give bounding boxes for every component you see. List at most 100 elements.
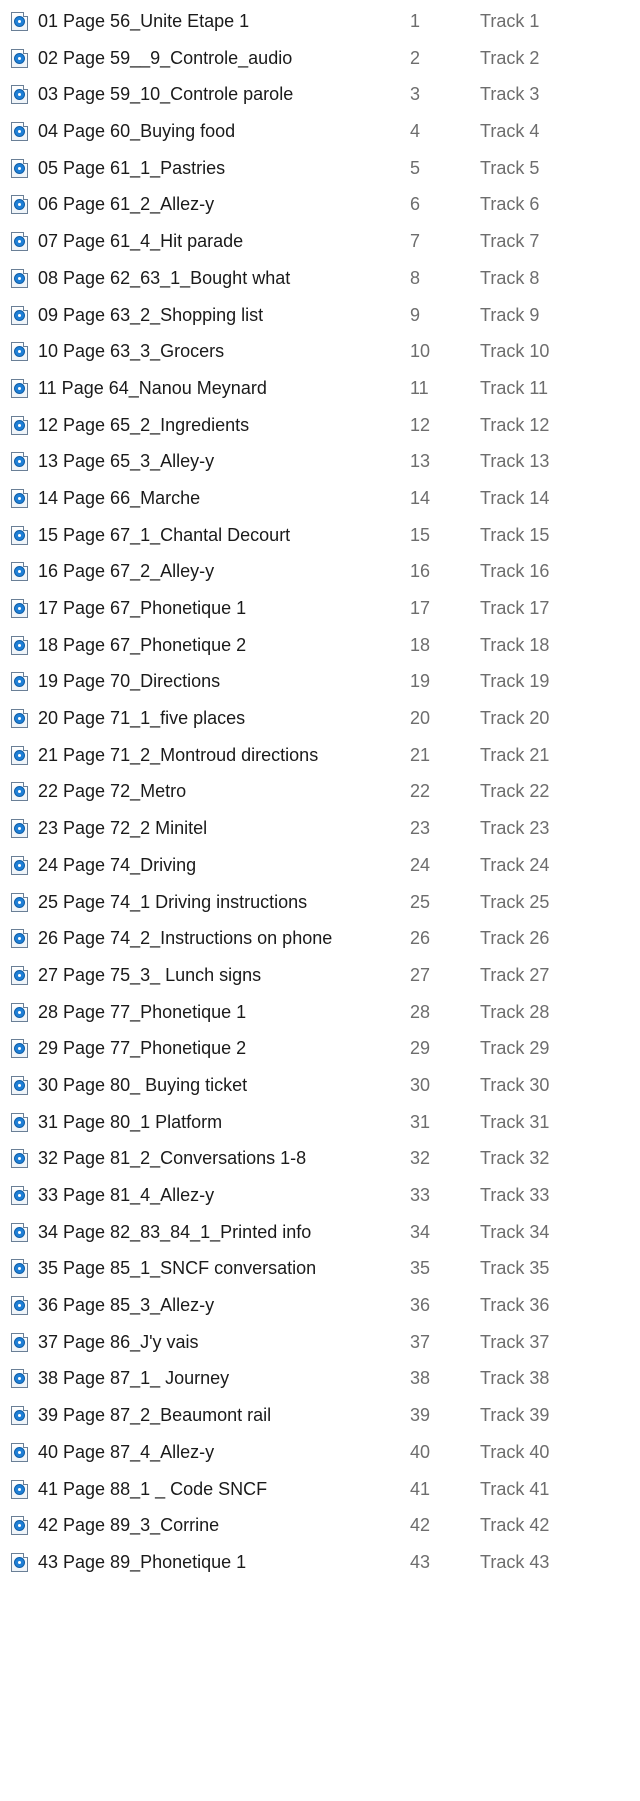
track-number: 21	[410, 744, 431, 765]
file-row[interactable]: 29 Page 77_Phonetique 2 29 Track 29	[0, 1030, 640, 1067]
track-title: Track 36	[480, 1295, 550, 1316]
file-row[interactable]: 14 Page 66_Marche 14 Track 14	[0, 480, 640, 517]
track-title: Track 41	[480, 1478, 550, 1499]
file-row[interactable]: 34 Page 82_83_84_1_Printed info 34 Track…	[0, 1214, 640, 1251]
file-row[interactable]: 03 Page 59_10_Controle parole 3 Track 3	[0, 76, 640, 113]
track-title: Track 17	[480, 598, 550, 618]
file-name: 05 Page 61_1_Pastries	[38, 157, 226, 178]
file-row[interactable]: 05 Page 61_1_Pastries 5 Track 5	[0, 150, 640, 187]
track-title: Track 12	[480, 414, 550, 435]
track-title: Track 16	[480, 561, 550, 582]
file-row[interactable]: 08 Page 62_63_1_Bought what 8 Track 8	[0, 260, 640, 297]
file-row[interactable]: 35 Page 85_1_SNCF conversation 35 Track …	[0, 1250, 640, 1287]
track-title: Track 4	[480, 121, 540, 142]
file-row[interactable]: 12 Page 65_2_Ingredients 12 Track 12	[0, 407, 640, 444]
track-number: 18	[410, 634, 431, 655]
audio-file-icon	[11, 12, 28, 31]
file-row[interactable]: 20 Page 71_1_five places 20 Track 20	[0, 700, 640, 737]
file-row[interactable]: 36 Page 85_3_Allez-y 36 Track 36	[0, 1287, 640, 1324]
file-row[interactable]: 21 Page 71_2_Montroud directions 21 Trac…	[0, 737, 640, 774]
file-row[interactable]: 27 Page 75_3_ Lunch signs 27 Track 27	[0, 957, 640, 994]
file-row[interactable]: 30 Page 80_ Buying ticket 30 Track 30	[0, 1067, 640, 1104]
file-row[interactable]: 31 Page 80_1 Platform 31 Track 31	[0, 1104, 640, 1141]
track-number: 27	[410, 964, 431, 985]
file-row[interactable]: 32 Page 81_2_Conversations 1-8 32 Track …	[0, 1140, 640, 1177]
file-name: 03 Page 59_10_Controle parole	[38, 84, 294, 105]
file-row[interactable]: 28 Page 77_Phonetique 1 28 Track 28	[0, 994, 640, 1031]
file-name: 11 Page 64_Nanou Meynard	[38, 377, 267, 398]
file-row[interactable]: 40 Page 87_4_Allez-y 40 Track 40	[0, 1434, 640, 1471]
audio-file-icon	[11, 1332, 28, 1352]
file-name: 33 Page 81_4_Allez-y	[38, 1185, 215, 1205]
track-number: 26	[410, 928, 431, 949]
file-name: 10 Page 63_3_Grocers	[38, 341, 225, 362]
track-title: Track 11	[480, 377, 549, 398]
file-name: 27 Page 75_3_ Lunch signs	[38, 964, 262, 985]
audio-file-icon	[11, 635, 28, 655]
file-row[interactable]: 10 Page 63_3_Grocers 10 Track 10	[0, 333, 640, 370]
file-row[interactable]: 42 Page 89_3_Corrine 42 Track 42	[0, 1507, 640, 1544]
file-name: 34 Page 82_83_84_1_Printed info	[38, 1221, 312, 1242]
file-name: 40 Page 87_4_Allez-y	[38, 1441, 215, 1462]
audio-file-icon	[11, 709, 28, 729]
audio-file-icon	[11, 268, 28, 288]
file-row[interactable]: 41 Page 88_1 _ Code SNCF 41 Track 41	[0, 1471, 640, 1508]
file-row[interactable]: 26 Page 74_2_Instructions on phone 26 Tr…	[0, 920, 640, 957]
file-name: 29 Page 77_Phonetique 2	[38, 1038, 247, 1059]
file-row[interactable]: 23 Page 72_2 Minitel 23 Track 23	[0, 810, 640, 847]
audio-file-icon	[11, 342, 28, 362]
track-title: Track 26	[480, 928, 550, 949]
file-row[interactable]: 43 Page 89_Phonetique 1 43 Track 43	[0, 1544, 640, 1581]
file-row[interactable]: 24 Page 74_Driving 24 Track 24	[0, 847, 640, 884]
file-name: 04 Page 60_Buying food	[38, 121, 236, 142]
audio-file-icon	[11, 965, 28, 985]
track-number: 17	[410, 598, 431, 618]
file-name: 22 Page 72_Metro	[38, 781, 187, 802]
file-name: 20 Page 71_1_five places	[38, 708, 246, 729]
track-number: 12	[410, 414, 431, 435]
file-name: 15 Page 67_1_Chantal Decourt	[38, 524, 291, 545]
track-title: Track 15	[480, 524, 550, 545]
track-number: 25	[410, 891, 431, 912]
file-row[interactable]: 01 Page 56_Unite Etape 1 1 Track 1	[0, 3, 640, 40]
track-title: Track 30	[480, 1074, 550, 1095]
file-row[interactable]: 37 Page 86_J'y vais 37 Track 37	[0, 1324, 640, 1361]
file-row[interactable]: 25 Page 74_1 Driving instructions 25 Tra…	[0, 884, 640, 921]
file-name: 43 Page 89_Phonetique 1	[38, 1551, 247, 1572]
track-number: 19	[410, 671, 431, 692]
file-row[interactable]: 33 Page 81_4_Allez-y 33 Track 33	[0, 1177, 640, 1214]
track-title: Track 20	[480, 708, 550, 729]
file-row[interactable]: 22 Page 72_Metro 22 Track 22	[0, 773, 640, 810]
file-row[interactable]: 39 Page 87_2_Beaumont rail 39 Track 39	[0, 1397, 640, 1434]
audio-file-icon	[11, 745, 28, 765]
file-row[interactable]: 13 Page 65_3_Alley-y 13 Track 13	[0, 443, 640, 480]
track-number: 28	[410, 1001, 431, 1022]
file-row[interactable]: 07 Page 61_4_Hit parade 7 Track 7	[0, 223, 640, 260]
track-number: 40	[410, 1441, 431, 1462]
track-number: 8	[410, 267, 421, 288]
track-title: Track 29	[480, 1038, 550, 1059]
track-title: Track 8	[480, 267, 540, 288]
file-row[interactable]: 04 Page 60_Buying food 4 Track 4	[0, 113, 640, 150]
file-row[interactable]: 17 Page 67_Phonetique 1 17 Track 17	[0, 590, 640, 627]
audio-file-icon	[11, 929, 28, 949]
file-name: 02 Page 59__9_Controle_audio	[38, 47, 293, 68]
audio-file-icon	[11, 599, 28, 618]
file-name: 28 Page 77_Phonetique 1	[38, 1001, 247, 1022]
file-row[interactable]: 11 Page 64_Nanou Meynard 11 Track 11	[0, 370, 640, 407]
file-row[interactable]: 19 Page 70_Directions 19 Track 19	[0, 663, 640, 700]
audio-file-icon	[11, 1112, 28, 1132]
file-row[interactable]: 02 Page 59__9_Controle_audio 2 Track 2	[0, 40, 640, 77]
file-name: 23 Page 72_2 Minitel	[38, 818, 208, 839]
track-title: Track 1	[480, 11, 540, 31]
file-row[interactable]: 16 Page 67_2_Alley-y 16 Track 16	[0, 553, 640, 590]
track-number: 43	[410, 1551, 431, 1572]
file-row[interactable]: 38 Page 87_1_ Journey 38 Track 38	[0, 1360, 640, 1397]
file-row[interactable]: 06 Page 61_2_Allez-y 6 Track 6	[0, 186, 640, 223]
file-row[interactable]: 09 Page 63_2_Shopping list 9 Track 9	[0, 297, 640, 334]
file-row[interactable]: 15 Page 67_1_Chantal Decourt 15 Track 15	[0, 517, 640, 554]
track-title: Track 25	[480, 891, 550, 912]
audio-file-icon	[11, 158, 28, 178]
track-title: Track 7	[480, 231, 540, 252]
file-row[interactable]: 18 Page 67_Phonetique 2 18 Track 18	[0, 627, 640, 664]
